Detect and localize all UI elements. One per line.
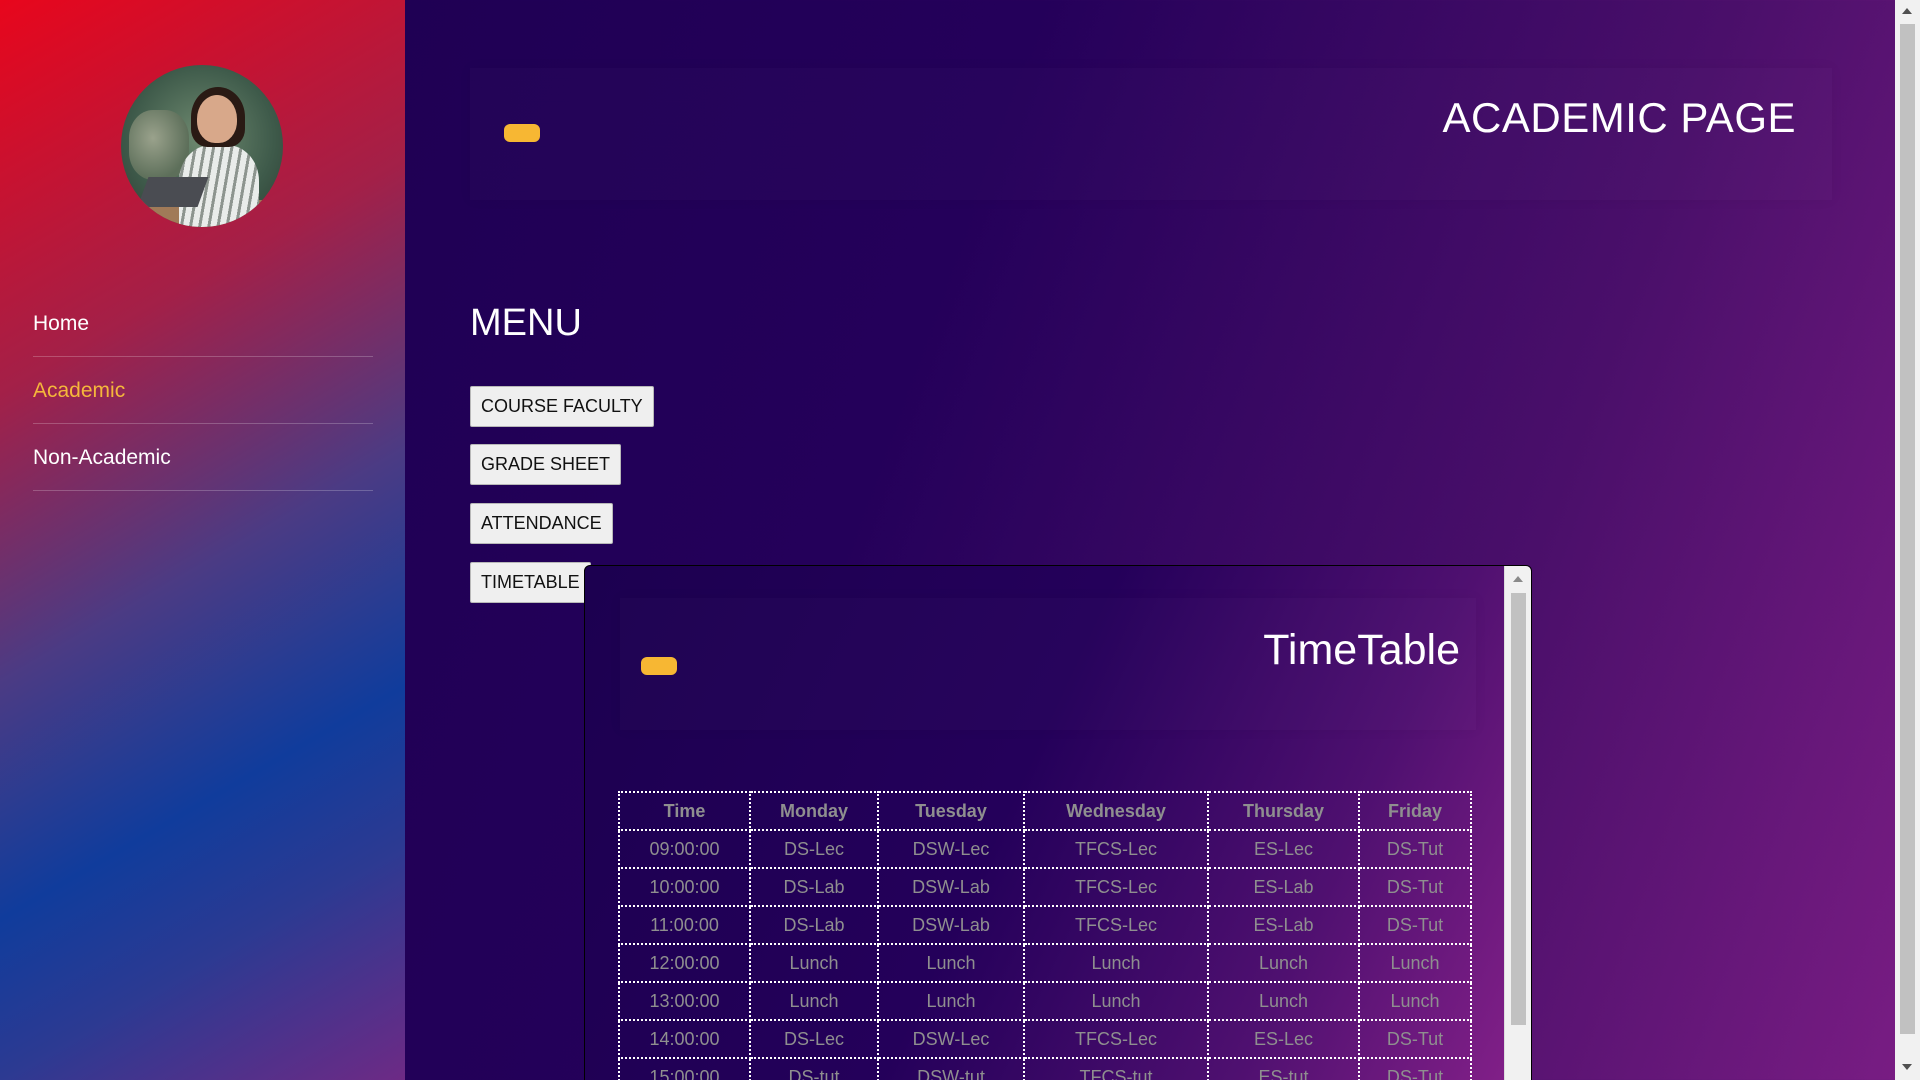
table-cell: TFCS-Lec <box>1023 867 1209 907</box>
table-cell: DS-tut <box>749 1057 879 1080</box>
table-cell: Lunch <box>1207 943 1360 983</box>
column-header: Monday <box>749 791 879 831</box>
avatar <box>121 65 283 227</box>
table-cell: Lunch <box>1358 981 1472 1021</box>
modal-toggle-button[interactable] <box>641 657 677 675</box>
table-cell: 12:00:00 <box>618 943 751 983</box>
modal-content: TimeTable Time Monday Tuesday Wednesday … <box>585 566 1506 1080</box>
table-cell: DS-Lab <box>749 867 879 907</box>
sidebar-item-non-academic[interactable]: Non-Academic <box>33 424 373 491</box>
course-faculty-button[interactable]: COURSE FACULTY <box>470 386 654 427</box>
modal-title: TimeTable <box>1263 626 1460 674</box>
column-header: Wednesday <box>1023 791 1209 831</box>
timetable-table: Time Monday Tuesday Wednesday Thursday F… <box>618 791 1472 1080</box>
table-cell: DS-Tut <box>1358 905 1472 945</box>
table-cell: DSW-Lab <box>877 905 1025 945</box>
table-cell: Lunch <box>877 981 1025 1021</box>
table-cell: ES-Lec <box>1207 1019 1360 1059</box>
table-cell: DS-Tut <box>1358 1057 1472 1080</box>
table-header-row: Time Monday Tuesday Wednesday Thursday F… <box>618 791 1472 831</box>
table-cell: 13:00:00 <box>618 981 751 1021</box>
page-title: ACADEMIC PAGE <box>1442 94 1796 141</box>
table-cell: Lunch <box>1207 981 1360 1021</box>
timetable-modal: TimeTable Time Monday Tuesday Wednesday … <box>584 565 1532 1080</box>
column-header: Time <box>618 791 751 831</box>
page-scrollbar[interactable] <box>1895 0 1920 1080</box>
table-row: 14:00:00 DS-Lec DSW-Lec TFCS-Lec ES-Lec … <box>618 1019 1472 1059</box>
table-cell: DS-Lab <box>749 905 879 945</box>
table-row: 13:00:00 Lunch Lunch Lunch Lunch Lunch <box>618 981 1472 1021</box>
table-cell: TFCS-tut <box>1023 1057 1209 1080</box>
table-cell: 09:00:00 <box>618 829 751 869</box>
sidebar-item-home[interactable]: Home <box>33 290 373 357</box>
modal-scrollbar[interactable] <box>1504 566 1531 1080</box>
sidebar-item-academic[interactable]: Academic <box>33 357 373 424</box>
table-cell: DSW-Lab <box>877 867 1025 907</box>
table-cell: DSW-Lec <box>877 829 1025 869</box>
sidebar-nav: Home Academic Non-Academic <box>33 290 373 491</box>
page-scrollbar-thumb[interactable] <box>1900 24 1915 1034</box>
modal-header: TimeTable <box>620 598 1476 730</box>
table-cell: DS-Tut <box>1358 829 1472 869</box>
table-cell: 14:00:00 <box>618 1019 751 1059</box>
table-cell: TFCS-Lec <box>1023 829 1209 869</box>
sidebar-toggle-button[interactable] <box>504 124 540 142</box>
modal-scrollbar-thumb[interactable] <box>1511 593 1526 1025</box>
table-row: 11:00:00 DS-Lab DSW-Lab TFCS-Lec ES-Lab … <box>618 905 1472 945</box>
scroll-down-arrow-icon[interactable] <box>1902 1064 1912 1070</box>
table-row: 15:00:00 DS-tut DSW-tut TFCS-tut ES-tut … <box>618 1057 1472 1080</box>
timetable-button[interactable]: TIMETABLE <box>470 562 591 603</box>
avatar-laptop <box>137 177 209 207</box>
table-cell: DSW-Lec <box>877 1019 1025 1059</box>
table-cell: ES-Lab <box>1207 905 1360 945</box>
attendance-button[interactable]: ATTENDANCE <box>470 503 613 544</box>
table-cell: TFCS-Lec <box>1023 1019 1209 1059</box>
table-cell: Lunch <box>1023 943 1209 983</box>
table-cell: DSW-tut <box>877 1057 1025 1080</box>
table-cell: TFCS-Lec <box>1023 905 1209 945</box>
table-cell: 11:00:00 <box>618 905 751 945</box>
table-cell: ES-tut <box>1207 1057 1360 1080</box>
table-cell: Lunch <box>1358 943 1472 983</box>
table-cell: 15:00:00 <box>618 1057 751 1080</box>
table-cell: DS-Tut <box>1358 867 1472 907</box>
table-cell: ES-Lab <box>1207 867 1360 907</box>
table-row: 12:00:00 Lunch Lunch Lunch Lunch Lunch <box>618 943 1472 983</box>
table-row: 10:00:00 DS-Lab DSW-Lab TFCS-Lec ES-Lab … <box>618 867 1472 907</box>
table-cell: Lunch <box>749 943 879 983</box>
sidebar: Home Academic Non-Academic <box>0 0 405 1080</box>
table-cell: ES-Lec <box>1207 829 1360 869</box>
table-cell: Lunch <box>749 981 879 1021</box>
table-cell: 10:00:00 <box>618 867 751 907</box>
table-cell: DS-Lec <box>749 829 879 869</box>
column-header: Friday <box>1358 791 1472 831</box>
table-row: 09:00:00 DS-Lec DSW-Lec TFCS-Lec ES-Lec … <box>618 829 1472 869</box>
avatar-face <box>197 95 237 143</box>
scroll-up-arrow-icon[interactable] <box>1513 576 1523 582</box>
table-cell: Lunch <box>877 943 1025 983</box>
page-header: ACADEMIC PAGE <box>470 68 1832 200</box>
table-cell: Lunch <box>1023 981 1209 1021</box>
column-header: Thursday <box>1207 791 1360 831</box>
menu-title: MENU <box>470 302 582 344</box>
table-cell: DS-Tut <box>1358 1019 1472 1059</box>
grade-sheet-button[interactable]: GRADE SHEET <box>470 444 622 485</box>
column-header: Tuesday <box>877 791 1025 831</box>
table-cell: DS-Lec <box>749 1019 879 1059</box>
scroll-up-arrow-icon[interactable] <box>1902 8 1912 14</box>
